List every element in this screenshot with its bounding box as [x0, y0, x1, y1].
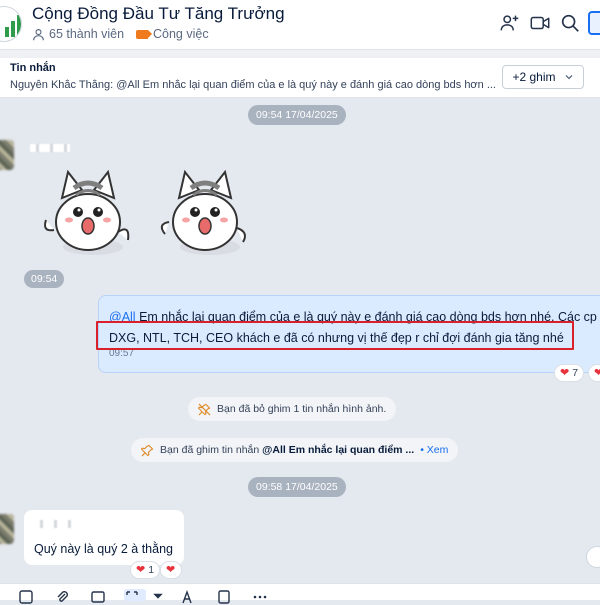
notice-pinned-message: @All Em nhắc lại quan điểm ...: [262, 444, 415, 456]
more-pins-label: +2 ghim: [512, 70, 556, 84]
notice-text: Bạn đã bỏ ghim 1 tin nhắn hình ảnh.: [217, 403, 387, 415]
cat-sticker[interactable]: [38, 162, 138, 262]
notice-prefix: Bạn đã ghim tin nhắn: [160, 444, 263, 456]
search-icon[interactable]: [559, 12, 581, 34]
sticker-icon[interactable]: [18, 589, 34, 604]
view-link-label: Xem: [426, 444, 449, 456]
highlight-annotation: [96, 321, 574, 350]
format-icon[interactable]: [180, 589, 196, 604]
add-reaction-button[interactable]: ❤: [588, 364, 600, 382]
notice-text: Bạn đã ghim tin nhắn @All Em nhắc lại qu…: [160, 444, 414, 456]
file-icon[interactable]: [216, 589, 232, 604]
panel-toggle-icon[interactable]: [588, 11, 600, 35]
message-time: 09:54: [24, 270, 65, 288]
add-member-icon[interactable]: [499, 12, 521, 34]
heart-icon: ❤: [594, 366, 600, 379]
reaction-count: 1: [148, 564, 155, 576]
heart-icon: ❤: [560, 366, 570, 379]
attach-icon[interactable]: [54, 589, 70, 602]
more-icon[interactable]: [252, 589, 268, 601]
pin-icon: [141, 444, 154, 457]
heart-icon: ❤: [136, 563, 146, 576]
date-separator: 09:58 17/04/2025: [248, 477, 346, 497]
unpin-icon: [198, 403, 211, 416]
sender-avatar[interactable]: [0, 514, 14, 544]
system-notice-pin: Bạn đã ghim tin nhắn @All Em nhắc lại qu…: [131, 438, 459, 462]
incoming-message[interactable]: Quý này là quý 2 à thằng: [24, 510, 184, 565]
pinned-message-bar[interactable]: Tin nhắn Nguyễn Khắc Thắng: @All Em nhắc…: [0, 58, 600, 98]
chevron-down-icon[interactable]: [150, 589, 163, 601]
video-call-icon[interactable]: [529, 12, 551, 34]
header-divider: [0, 50, 600, 58]
card-icon[interactable]: [90, 589, 106, 603]
user-icon: [33, 28, 44, 40]
reaction-badge[interactable]: ❤ 7: [554, 364, 585, 382]
reaction-badge[interactable]: ❤ 1: [130, 561, 161, 579]
chat-header: Cộng Đồng Đầu Tư Tăng Trưởng 65 thành vi…: [0, 0, 600, 50]
group-title[interactable]: Cộng Đồng Đầu Tư Tăng Trưởng: [32, 4, 285, 24]
heart-icon: ❤: [166, 563, 176, 576]
sender-avatar[interactable]: [0, 140, 14, 170]
pinned-label: Tin nhắn: [10, 62, 56, 74]
view-pinned-link[interactable]: • Xem: [420, 444, 448, 456]
system-notice-unpin: Bạn đã bỏ ghim 1 tin nhắn hình ảnh.: [188, 397, 397, 421]
cat-sticker[interactable]: [155, 162, 255, 262]
screenshot-icon[interactable]: [124, 589, 146, 601]
message-text: Quý này là quý 2 à thằng: [34, 542, 173, 556]
date-separator: 09:54 17/04/2025: [248, 105, 346, 125]
member-count[interactable]: 65 thành viên: [32, 27, 124, 41]
share-button[interactable]: [586, 546, 600, 568]
group-avatar[interactable]: [0, 6, 22, 42]
add-reaction-button[interactable]: ❤: [160, 561, 182, 579]
reaction-count: 7: [572, 367, 579, 379]
pinned-message-text[interactable]: Nguyễn Khắc Thắng: @All Em nhắc lại quan…: [10, 79, 495, 91]
group-tag-label: Công việc: [153, 27, 209, 41]
chevron-down-icon: [565, 75, 572, 80]
sender-name: [34, 520, 72, 528]
group-tag[interactable]: Công việc: [136, 27, 209, 41]
more-pins-button[interactable]: +2 ghim: [502, 65, 584, 89]
sender-name: [30, 144, 70, 152]
member-count-label: 65 thành viên: [49, 27, 125, 41]
composer-toolbar: [0, 583, 600, 604]
tag-icon: [136, 29, 152, 39]
